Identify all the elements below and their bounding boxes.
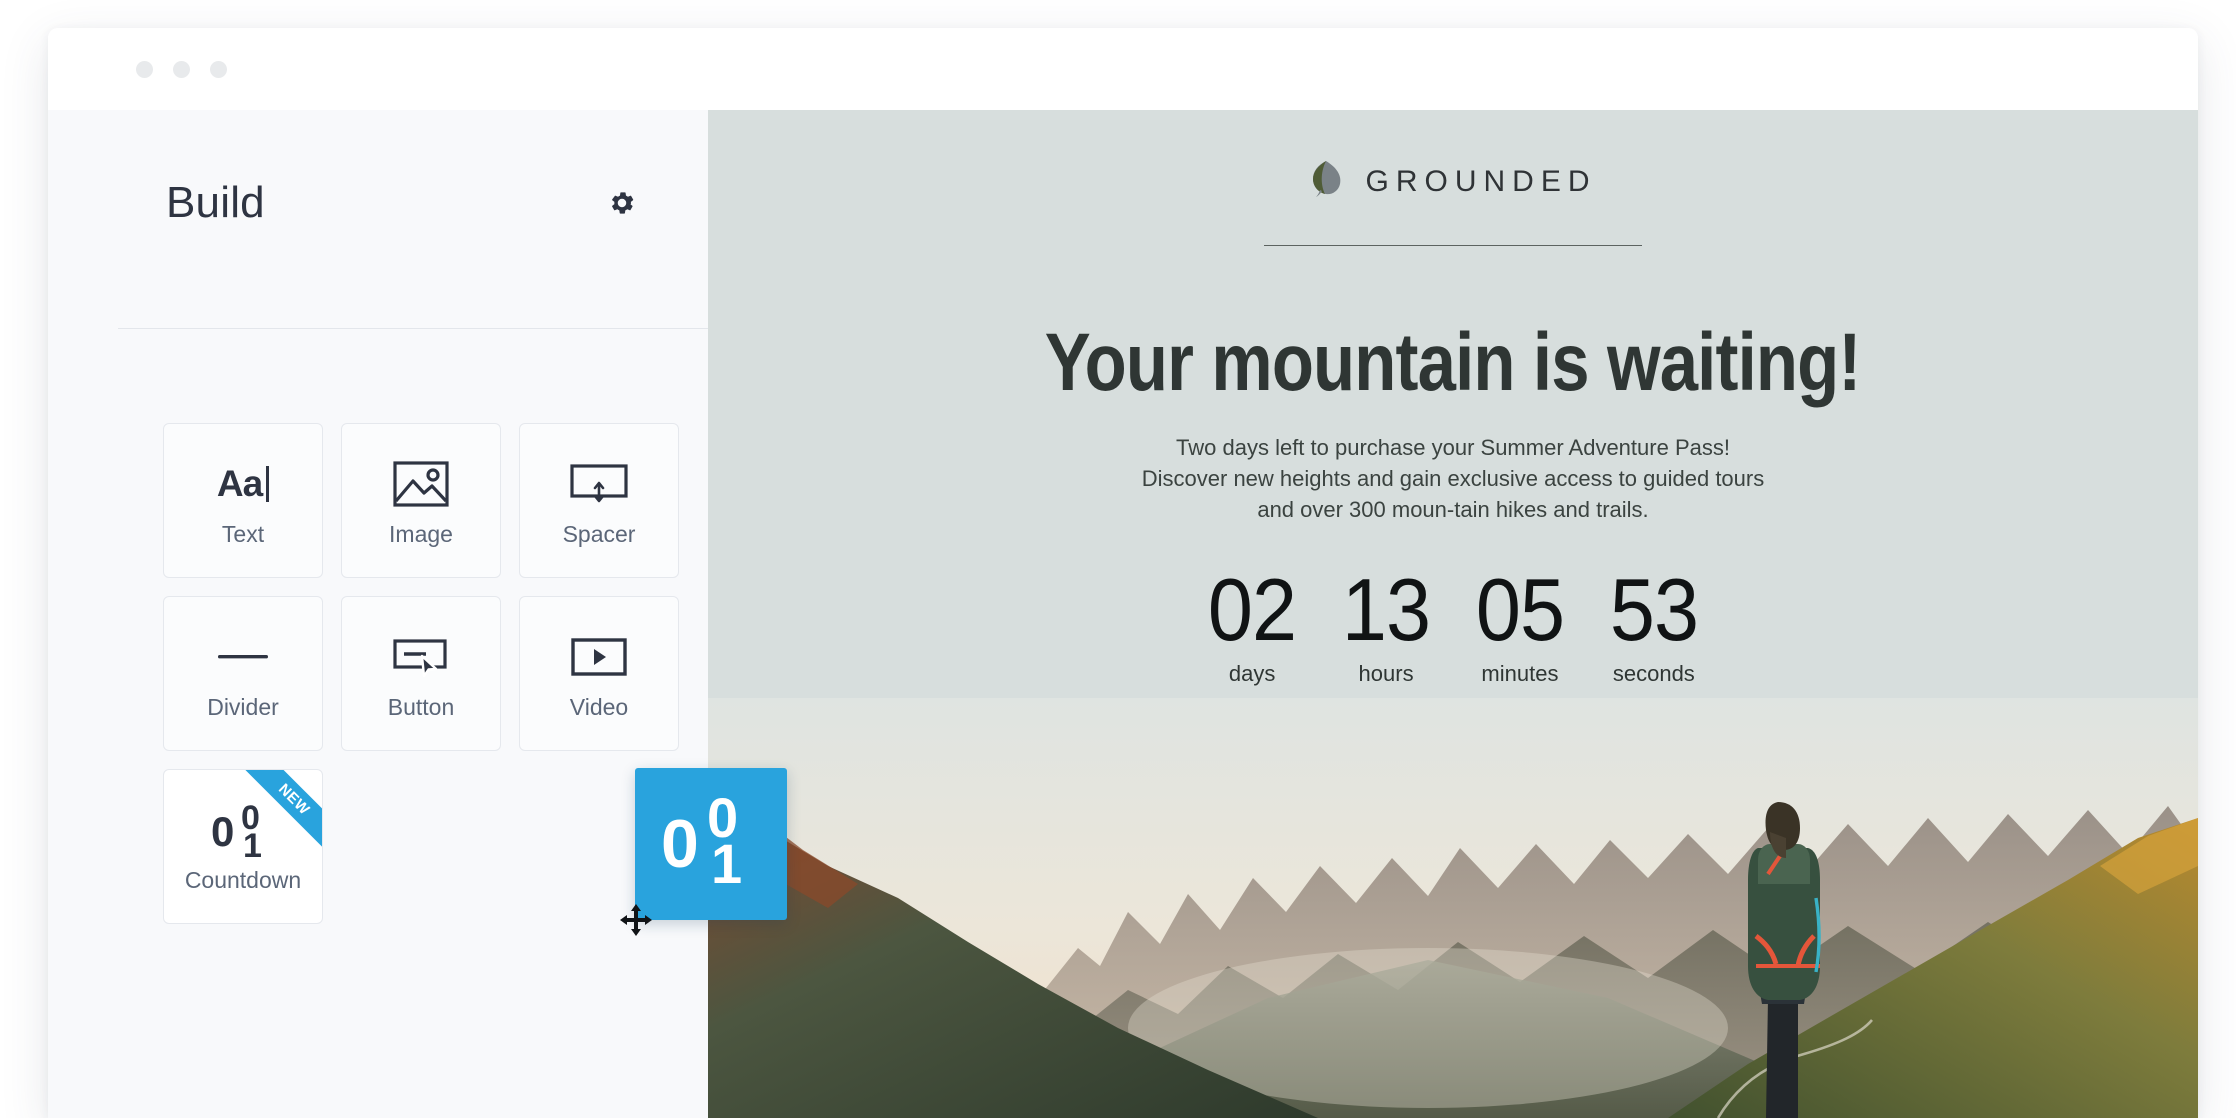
countdown-icon: 0 0 1	[211, 799, 262, 865]
email-headline: Your mountain is waiting!	[1045, 317, 1862, 408]
email-canvas: GROUNDED Your mountain is waiting! Two d…	[708, 110, 2198, 1118]
image-icon	[393, 453, 449, 515]
palette-block-spacer[interactable]: Spacer	[519, 423, 679, 578]
countdown-timer: 02 days 13 hours 05 minutes 53 seconds	[1204, 559, 1702, 688]
countdown-unit-minutes: 05 minutes	[1472, 559, 1568, 688]
brand-lockup: GROUNDED	[1309, 160, 1596, 203]
divider-icon	[214, 626, 272, 688]
dragged-tile-icon: 0 0 1	[635, 768, 787, 920]
dragged-digit-left: 0	[661, 806, 699, 882]
button-icon	[392, 626, 450, 688]
page-title: Build	[166, 177, 265, 227]
window-maximize-dot[interactable]	[210, 60, 227, 78]
countdown-label: seconds	[1612, 661, 1695, 687]
spacer-icon	[570, 453, 628, 515]
countdown-value: 02	[1208, 559, 1297, 659]
brand-name: GROUNDED	[1365, 164, 1597, 198]
palette-block-divider[interactable]: Divider	[163, 596, 323, 751]
countdown-unit-hours: 13 hours	[1338, 559, 1434, 688]
countdown-unit-days: 02 days	[1204, 559, 1300, 688]
countdown-label: hours	[1358, 661, 1414, 687]
video-icon	[570, 626, 628, 688]
block-palette: Aa Text Image Spacer Divider Button Vide…	[48, 348, 708, 924]
countdown-label: days	[1228, 661, 1276, 687]
sidebar-divider	[118, 328, 708, 329]
palette-block-text[interactable]: Aa Text	[163, 423, 323, 578]
app-window: Build Aa Text Image Spacer Divider Butto…	[48, 28, 2198, 1118]
palette-block-countdown[interactable]: NEW 0 0 1 Countdown	[163, 769, 323, 924]
palette-block-label: Text	[221, 521, 265, 547]
palette-block-video[interactable]: Video	[519, 596, 679, 751]
move-cursor	[619, 903, 653, 937]
email-header: GROUNDED	[708, 110, 2198, 246]
window-titlebar	[48, 28, 2198, 110]
hero-photo	[708, 698, 2198, 1118]
palette-block-label: Divider	[207, 694, 279, 720]
countdown-value: 53	[1609, 559, 1699, 659]
palette-block-label: Image	[389, 521, 453, 547]
sidebar-header: Build	[48, 110, 708, 295]
dragged-countdown-tile[interactable]: 0 0 1	[635, 768, 787, 920]
palette-block-label: Countdown	[184, 867, 302, 893]
countdown-value: 13	[1341, 559, 1431, 659]
window-close-dot[interactable]	[136, 60, 153, 78]
dragged-digit-bottom: 1	[711, 832, 743, 895]
header-divider	[1264, 245, 1642, 246]
palette-block-button[interactable]: Button	[341, 596, 501, 751]
window-minimize-dot[interactable]	[173, 60, 190, 78]
text-aa-icon: Aa	[217, 453, 270, 515]
build-sidebar: Build Aa Text Image Spacer Divider Butto…	[48, 110, 708, 1118]
email-subcopy: Two days left to purchase your Summer Ad…	[1141, 435, 1765, 523]
palette-block-image[interactable]: Image	[341, 423, 501, 578]
palette-block-label: Video	[569, 694, 629, 720]
countdown-unit-seconds: 53 seconds	[1606, 559, 1702, 688]
countdown-value: 05	[1475, 559, 1565, 659]
countdown-label: minutes	[1481, 661, 1559, 687]
leaf-logo-icon	[1309, 160, 1343, 203]
palette-block-label: Button	[387, 694, 455, 720]
palette-block-label: Spacer	[562, 521, 636, 547]
gear-icon[interactable]	[602, 183, 642, 223]
